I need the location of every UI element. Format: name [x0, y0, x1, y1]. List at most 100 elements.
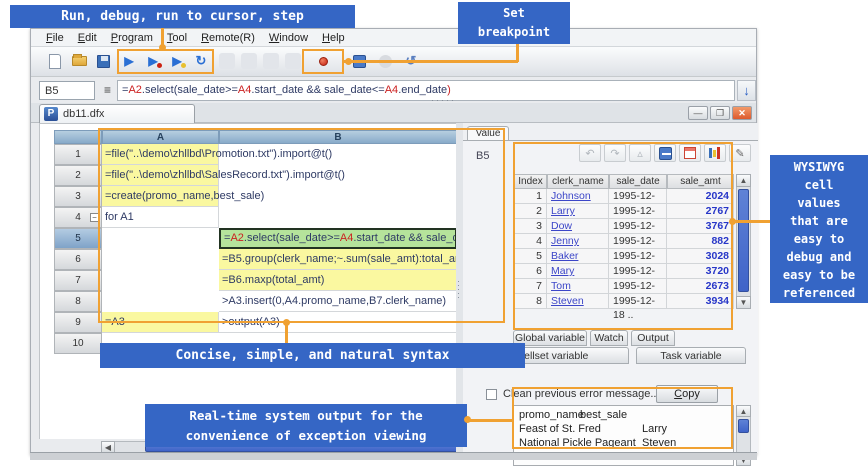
- expand-formula-icon[interactable]: ↓: [737, 80, 756, 101]
- col-sale-amt[interactable]: sale_amt: [667, 174, 734, 189]
- menu-program[interactable]: Program: [104, 29, 160, 47]
- save-icon[interactable]: [93, 51, 113, 71]
- table-cell: 6: [514, 264, 547, 279]
- cell-B9[interactable]: >output(A3): [219, 312, 457, 333]
- table-cell: 3028: [667, 249, 734, 264]
- row-header-6[interactable]: 6: [54, 249, 102, 270]
- table-cell: 2024: [667, 189, 734, 204]
- formula-bar: B5 ≡ =A2.select(sale_date>=A4.start_date…: [31, 79, 756, 103]
- row-header-9[interactable]: 9: [54, 312, 102, 333]
- tab-output[interactable]: Output: [631, 330, 675, 346]
- undo-icon[interactable]: ↺: [401, 51, 421, 71]
- row-header-8[interactable]: 8: [54, 291, 102, 312]
- row-header-10[interactable]: 10: [54, 333, 102, 354]
- column-header-B[interactable]: B: [219, 130, 457, 144]
- table-cell: 2: [514, 204, 547, 219]
- cell-B8[interactable]: >A3.insert(0,A4.promo_name,B7.clerk_name…: [219, 291, 457, 312]
- cell-B5-selected[interactable]: =A2.select(sale_date>=A4.start_date && s…: [219, 228, 457, 249]
- cell-A9[interactable]: =A3: [102, 312, 219, 333]
- clerk-link[interactable]: Steven: [547, 294, 609, 309]
- collapse-group-icon[interactable]: −: [90, 213, 99, 222]
- chart-icon[interactable]: [704, 144, 726, 162]
- cellset-view-icon[interactable]: [679, 144, 701, 162]
- menu-help[interactable]: Help: [315, 29, 352, 47]
- table-cell: 3: [514, 219, 547, 234]
- equals-button[interactable]: ≡: [100, 81, 115, 100]
- scroll-down-icon[interactable]: ▼: [736, 296, 751, 309]
- debug-icon[interactable]: ▶: [143, 51, 163, 71]
- clean-error-checkbox[interactable]: [486, 389, 497, 400]
- cell-A3[interactable]: =create(promo_name,best_sale): [102, 186, 219, 207]
- table-cell: 1995-12-18 ..: [609, 264, 667, 279]
- cell-A2[interactable]: =file("..\demo\zhllbd\SalesRecord.txt").…: [102, 165, 219, 186]
- clerk-link[interactable]: Tom: [547, 279, 609, 294]
- copy-data-icon[interactable]: [654, 144, 676, 162]
- console-text: Feast of St. Fred: [519, 422, 601, 436]
- tab-watch[interactable]: Watch: [590, 330, 628, 346]
- table-cell: 1995-12-18 ..: [609, 219, 667, 234]
- scroll-up-icon[interactable]: ▲: [736, 174, 751, 187]
- console-line: Feast of St. Fred Larry: [514, 422, 733, 436]
- table-cell: 3934: [667, 294, 734, 309]
- step-out-icon-disabled: [283, 51, 303, 71]
- row-header-3[interactable]: 3: [54, 186, 102, 207]
- row-header-7[interactable]: 7: [54, 270, 102, 291]
- table-cell: 2673: [667, 279, 734, 294]
- cell-B6[interactable]: =B5.group(clerk_name;~.sum(sale_amt):tot…: [219, 249, 457, 270]
- cell-B7[interactable]: =B6.maxp(total_amt): [219, 270, 457, 291]
- cell-A1[interactable]: =file("..\demo\zhllbd\Promotion.txt").im…: [102, 144, 219, 165]
- cellset-grid: A B 1 2 3 4 5 6 7 8 9 10 − =file("..\dem…: [39, 123, 456, 439]
- clerk-link[interactable]: Larry: [547, 204, 609, 219]
- console-text: Larry: [642, 422, 667, 436]
- scroll-up-icon[interactable]: ▲: [736, 405, 751, 417]
- sheet-tab[interactable]: P db11.dfx: [39, 104, 195, 123]
- col-index[interactable]: Index: [514, 174, 547, 189]
- cell-A4[interactable]: for A1: [102, 207, 219, 228]
- open-file-icon[interactable]: [69, 51, 89, 71]
- corner-header[interactable]: [54, 130, 102, 144]
- clerk-link[interactable]: Mary: [547, 264, 609, 279]
- cell-reference-box[interactable]: B5: [39, 81, 95, 100]
- cellset-config-icon[interactable]: [349, 51, 369, 71]
- breakpoint-icon[interactable]: [313, 51, 333, 71]
- table-cell: 3767: [667, 219, 734, 234]
- clerk-link[interactable]: Jenny: [547, 234, 609, 249]
- toolbar: ▶ ▶ ▶ ↻ ↺: [31, 47, 756, 77]
- clerk-link[interactable]: Baker: [547, 249, 609, 264]
- window-bottom-edge: [30, 452, 757, 460]
- step-over-icon-disabled: [261, 51, 281, 71]
- col-clerk-name[interactable]: clerk_name: [547, 174, 609, 189]
- clerk-link[interactable]: Dow: [547, 219, 609, 234]
- copy-button[interactable]: Copy: [656, 385, 718, 403]
- col-sale-date[interactable]: sale_date: [609, 174, 667, 189]
- formula-input[interactable]: =A2.select(sale_date>=A4.start_date && s…: [117, 80, 735, 101]
- table-cell: 1995-12-18 ..: [609, 279, 667, 294]
- edit-value-icon[interactable]: ✎: [729, 144, 751, 162]
- table-cell: 1995-12-18 ..: [609, 204, 667, 219]
- close-icon[interactable]: ✕: [732, 106, 752, 120]
- stop-icon-disabled: [239, 51, 259, 71]
- new-file-icon[interactable]: [45, 51, 65, 71]
- restore-icon[interactable]: ❐: [710, 106, 730, 120]
- console-scrollbar-thumb[interactable]: [738, 419, 749, 433]
- row-header-1[interactable]: 1: [54, 144, 102, 165]
- console-text: Steven: [642, 436, 676, 450]
- menu-remote[interactable]: Remote(R): [194, 29, 262, 47]
- menu-file[interactable]: File: [39, 29, 71, 47]
- column-header-A[interactable]: A: [102, 130, 219, 144]
- row-header-2[interactable]: 2: [54, 165, 102, 186]
- menu-window[interactable]: Window: [262, 29, 315, 47]
- value-scrollbar-thumb[interactable]: [738, 189, 749, 292]
- tab-task-variable[interactable]: Task variable: [636, 347, 746, 364]
- tab-value[interactable]: Value: [467, 126, 509, 141]
- step-run-icon[interactable]: ▶: [167, 51, 187, 71]
- run-icon[interactable]: ▶: [119, 51, 139, 71]
- menu-edit[interactable]: Edit: [71, 29, 104, 47]
- row-header-5[interactable]: 5: [54, 228, 102, 249]
- table-cell: 882: [667, 234, 734, 249]
- table-cell: 5: [514, 249, 547, 264]
- minimize-icon[interactable]: —: [688, 106, 708, 120]
- run-to-cursor-icon[interactable]: ↻: [191, 51, 211, 71]
- clerk-link[interactable]: Johnson: [547, 189, 609, 204]
- menu-tool[interactable]: Tool: [160, 29, 194, 47]
